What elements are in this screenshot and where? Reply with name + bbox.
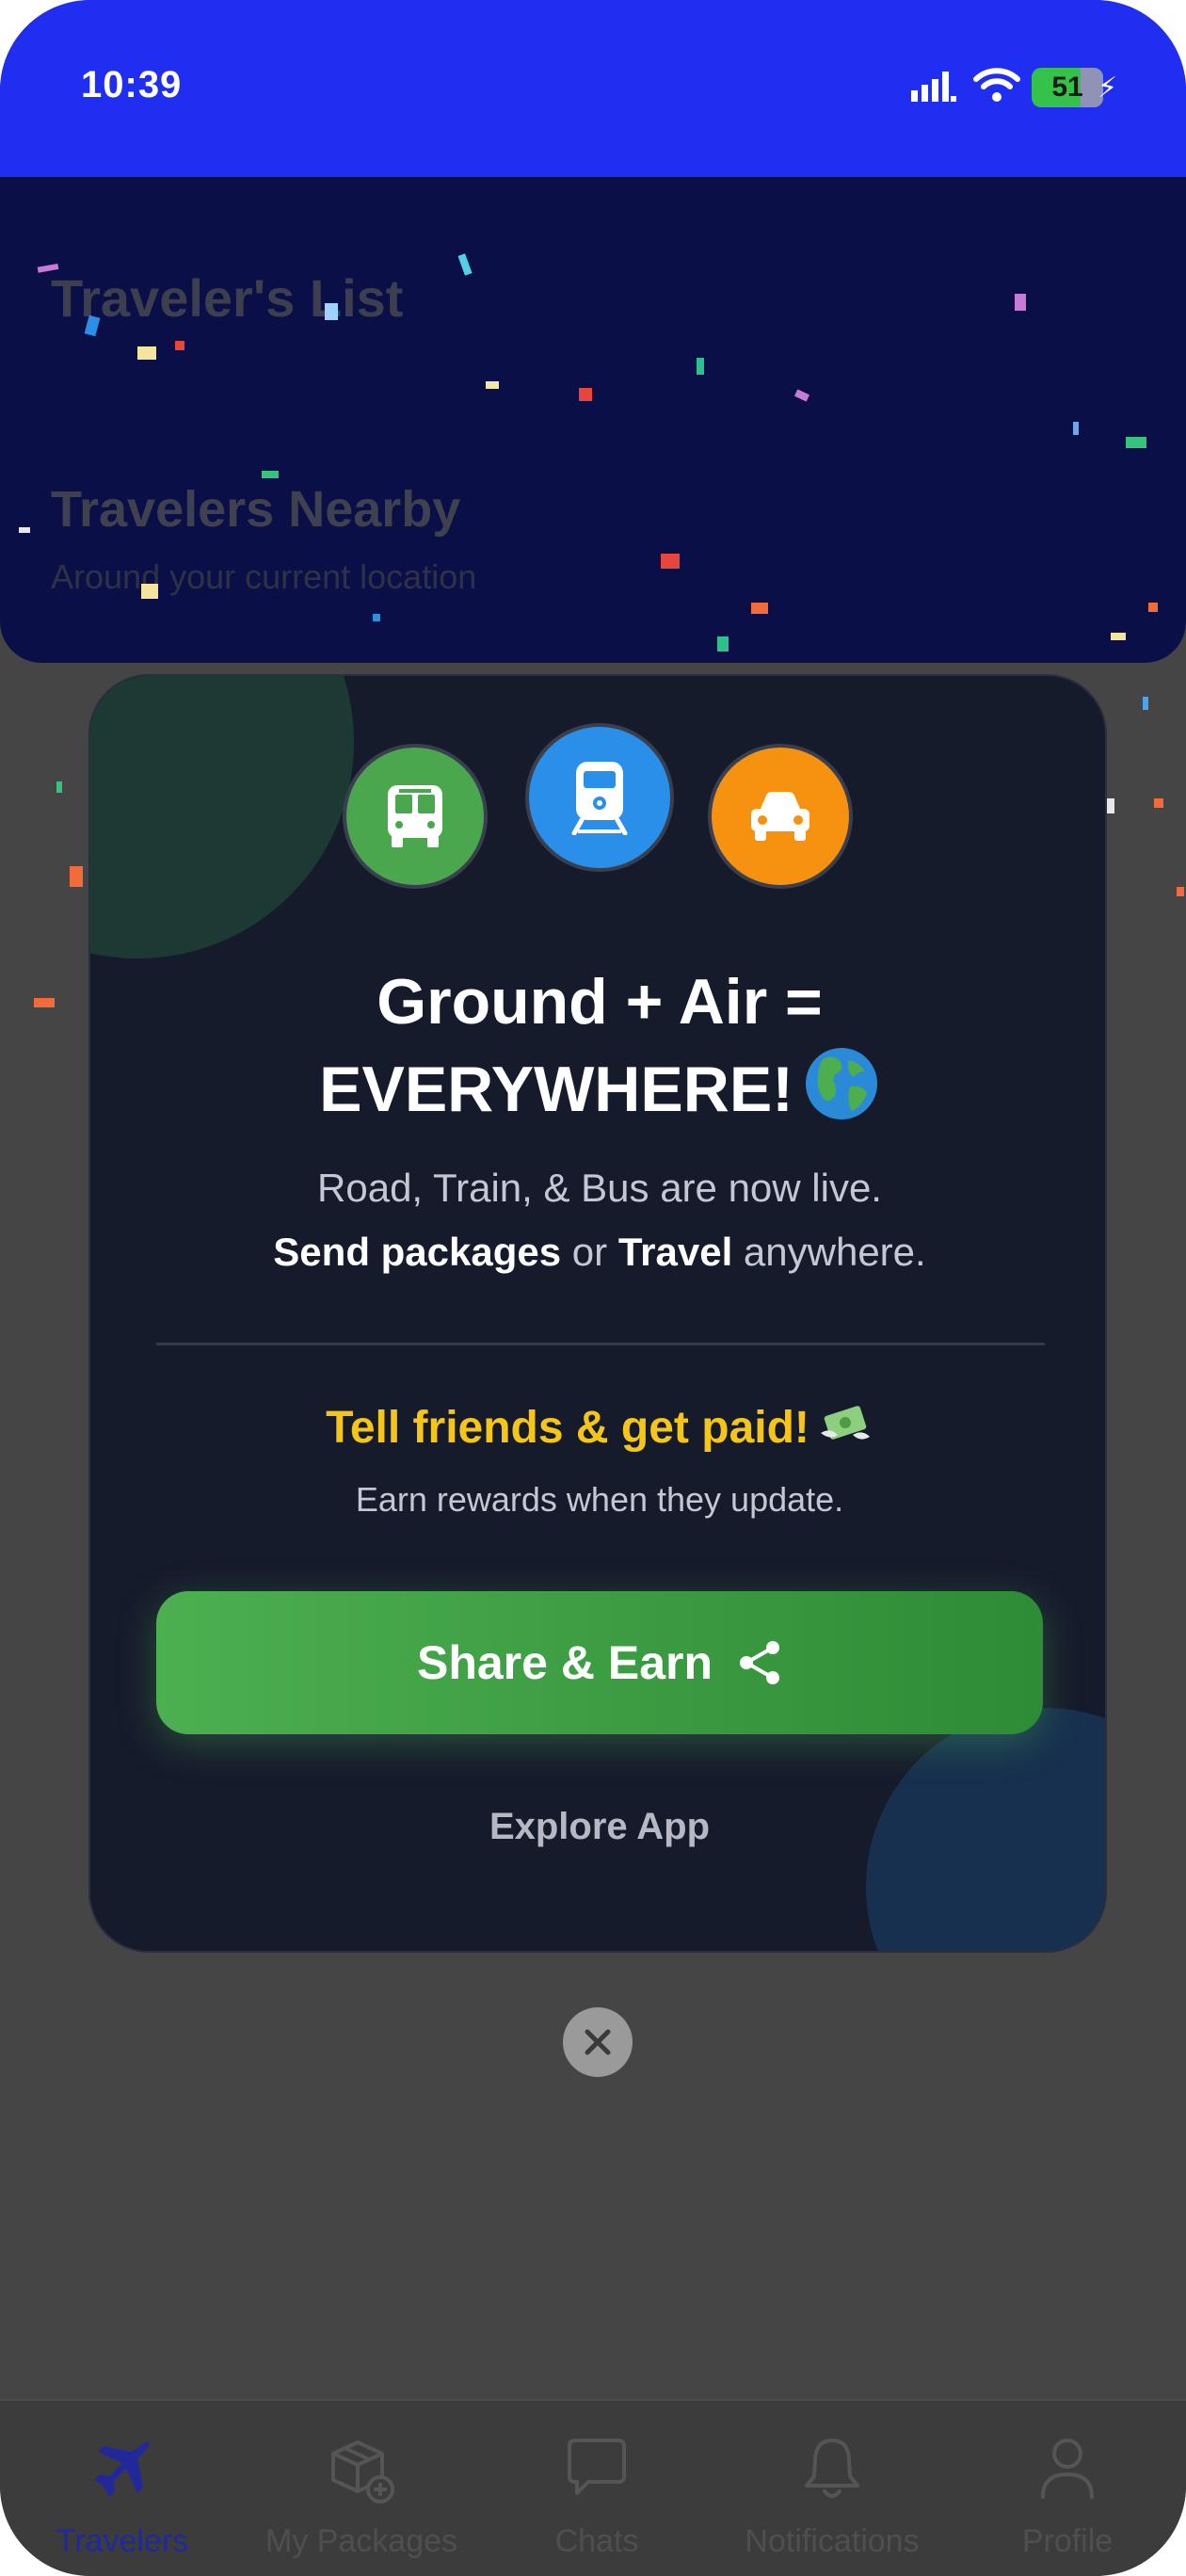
modal-description: Road, Train, & Bus are now live. Send pa… — [90, 1156, 1105, 1284]
nav-label: Chats — [554, 2523, 639, 2559]
divider — [156, 1343, 1045, 1345]
train-icon — [525, 723, 674, 872]
wifi-icon — [973, 68, 1020, 102]
bottom-navigation: Travelers My Packages Chats Notification… — [0, 2399, 1186, 2576]
close-button[interactable] — [563, 2007, 633, 2077]
share-and-earn-button[interactable]: Share & Earn — [156, 1591, 1043, 1734]
user-icon — [1041, 2439, 1094, 2499]
close-icon — [585, 2029, 611, 2055]
share-button-label: Share & Earn — [416, 1636, 713, 1689]
battery-level: 51 — [1051, 72, 1083, 103]
charging-bolt-icon: ⚡ — [1098, 72, 1118, 104]
anywhere-text: anywhere. — [743, 1230, 926, 1274]
description-line-1: Road, Train, & Bus are now live. — [317, 1166, 882, 1210]
money-with-wings-icon — [820, 1406, 870, 1440]
headline-line-1: Ground + Air = — [377, 966, 823, 1038]
section-subtitle: Around your current location — [51, 557, 477, 596]
headline-line-2-text: EVERYWHERE! — [319, 1054, 793, 1125]
cellular-signal-icon — [911, 72, 956, 102]
promo-title-text: Tell friends & get paid! — [326, 1403, 809, 1453]
share-icon — [737, 1639, 782, 1686]
nav-item-chats[interactable]: Chats — [478, 2401, 715, 2576]
status-time: 10:39 — [81, 64, 183, 105]
status-bar: 10:39 51 ⚡ — [0, 0, 1186, 177]
nav-label: My Packages — [264, 2523, 458, 2559]
or-text: or — [571, 1230, 608, 1274]
car-icon — [708, 744, 853, 889]
travel-text: Travel — [617, 1230, 733, 1274]
page-title: Traveler's List — [51, 268, 404, 328]
section-title: Travelers Nearby — [51, 481, 461, 538]
promo-title: Tell friends & get paid! — [90, 1401, 1105, 1454]
nav-item-notifications[interactable]: Notifications — [713, 2401, 951, 2576]
travelers-header: Traveler's List Travelers Nearby Around … — [0, 177, 1186, 663]
promo-subtitle: Earn rewards when they update. — [355, 1480, 844, 1519]
battery-indicator: 51 — [1032, 68, 1103, 107]
globe-icon — [805, 1048, 877, 1119]
feature-announcement-modal: Ground + Air = EVERYWHERE! Road, Train, … — [88, 674, 1107, 1953]
nav-label: Notifications — [745, 2523, 920, 2559]
nav-item-my-packages[interactable]: My Packages — [243, 2401, 480, 2576]
explore-app-link[interactable]: Explore App — [90, 1806, 1105, 1848]
airplane-icon — [94, 2441, 150, 2497]
send-packages-text: Send packages — [273, 1230, 562, 1274]
nav-label: Travelers — [56, 2523, 189, 2559]
chat-icon — [568, 2439, 626, 2495]
bus-icon — [343, 744, 488, 889]
bell-icon — [805, 2439, 859, 2498]
nav-item-profile[interactable]: Profile — [949, 2401, 1186, 2576]
decorative-circle — [90, 676, 354, 958]
modal-headline: Ground + Air = EVERYWHERE! — [90, 958, 1105, 1133]
description-line-2: Send packages or Travel anywhere. — [90, 1220, 1105, 1284]
nav-label: Profile — [1021, 2523, 1114, 2559]
package-icon — [331, 2440, 394, 2504]
nav-item-travelers[interactable]: Travelers — [4, 2401, 241, 2576]
headline-line-2: EVERYWHERE! — [90, 1045, 1105, 1133]
app-screen: 10:39 51 ⚡ Traveler's List Travelers Nea… — [0, 0, 1186, 2576]
